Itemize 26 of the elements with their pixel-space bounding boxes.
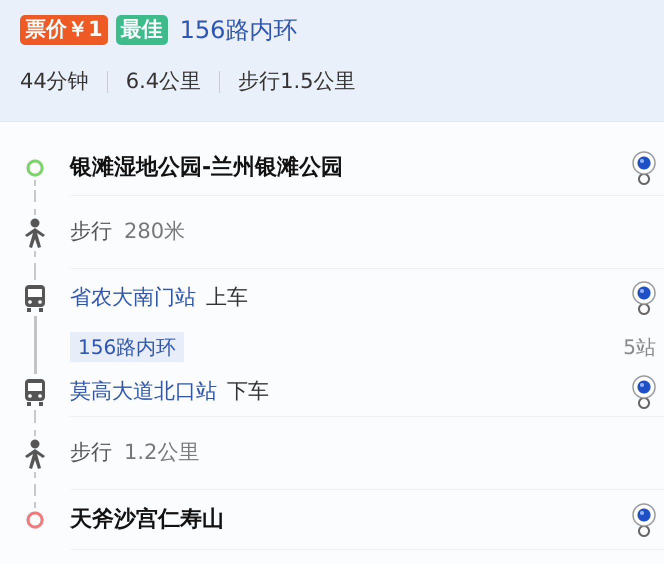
start-point-icon bbox=[26, 159, 44, 177]
walk-distance: 280米 bbox=[124, 218, 186, 246]
bus-icon bbox=[23, 377, 47, 407]
tag: 票价￥1 bbox=[20, 15, 108, 45]
stop-name[interactable]: 莫高大道北口站 bbox=[70, 376, 217, 408]
map-pin-icon[interactable] bbox=[632, 374, 656, 410]
end-point-icon bbox=[26, 511, 44, 529]
map-pin-icon[interactable] bbox=[632, 502, 656, 538]
walk-label: 步行 bbox=[70, 218, 112, 246]
stop-name[interactable]: 省农大南门站 bbox=[70, 282, 196, 314]
route-stat: 步行1.5公里 bbox=[238, 68, 356, 95]
place-name: 银滩湿地公园-兰州银滩公园 bbox=[70, 154, 344, 182]
stop-action: 下车 bbox=[227, 378, 269, 405]
bus-line-tag: 156路内环 bbox=[70, 332, 184, 362]
map-pin-icon[interactable] bbox=[632, 280, 656, 316]
bus-icon bbox=[23, 283, 47, 313]
route-name: 156路内环 bbox=[180, 15, 298, 46]
place-name: 天斧沙宫仁寿山 bbox=[70, 506, 224, 534]
walk-distance: 1.2公里 bbox=[124, 439, 200, 466]
route-stat: 44分钟 bbox=[20, 68, 89, 95]
map-pin-icon[interactable] bbox=[632, 150, 656, 186]
stop-action: 上车 bbox=[206, 284, 248, 312]
stop-count: 5站 bbox=[623, 334, 656, 361]
route-stat: 6.4公里 bbox=[126, 68, 202, 95]
tag: 最佳 bbox=[116, 15, 168, 45]
walk-label: 步行 bbox=[70, 439, 112, 466]
